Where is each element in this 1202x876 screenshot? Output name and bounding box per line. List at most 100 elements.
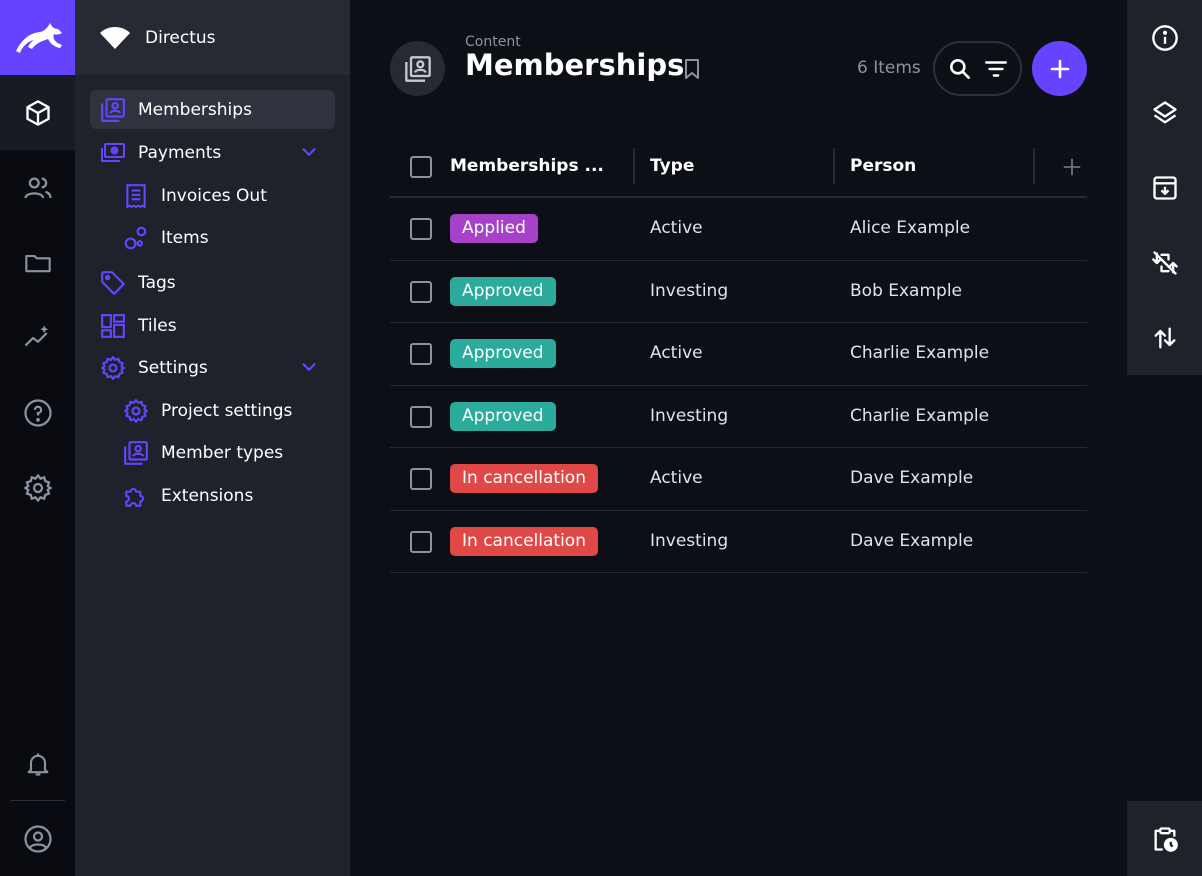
module-settings[interactable] — [0, 450, 75, 525]
settings-icon — [100, 355, 126, 381]
module-users[interactable] — [0, 150, 75, 225]
module-insights[interactable] — [0, 300, 75, 375]
sidebar-revisions-button[interactable] — [1127, 801, 1202, 876]
chevron-down-icon[interactable] — [298, 356, 320, 378]
bookmark-button[interactable] — [680, 57, 704, 81]
collection-icon-button[interactable] — [390, 41, 445, 96]
select-all-checkbox[interactable] — [410, 156, 432, 178]
search-icon[interactable] — [947, 56, 973, 82]
content-cube-icon — [25, 99, 50, 126]
status-badge: Approved — [450, 401, 556, 431]
project-header[interactable]: Directus — [75, 0, 350, 75]
module-content[interactable] — [0, 75, 75, 150]
notifications-bell-icon — [27, 753, 48, 776]
nav-item-label: Invoices Out — [161, 185, 267, 206]
cell-type: Active — [650, 218, 703, 238]
status-badge: Applied — [450, 214, 538, 243]
nav-item-member-types[interactable]: Member types — [123, 433, 323, 472]
table-row[interactable]: Applied Active Alice Example — [390, 198, 1087, 261]
row-checkbox[interactable] — [410, 530, 432, 553]
table-row[interactable]: Approved Active Charlie Example — [390, 323, 1087, 386]
table-row[interactable]: Approved Investing Charlie Example — [390, 386, 1087, 448]
column-header-memberships[interactable]: Memberships ... — [450, 156, 604, 176]
column-resize-handle[interactable] — [1033, 148, 1035, 184]
directus-logo[interactable] — [0, 0, 75, 75]
cell-type: Investing — [650, 530, 729, 551]
memberships-icon — [100, 97, 126, 123]
help-icon — [23, 398, 52, 427]
plus-icon — [1050, 59, 1069, 78]
filter-icon[interactable] — [983, 56, 1009, 82]
cell-person: Alice Example — [850, 218, 971, 238]
add-column-button[interactable] — [1062, 157, 1082, 177]
nav-item-label: Extensions — [161, 485, 254, 506]
module-help[interactable] — [0, 375, 75, 450]
nav-item-label: Items — [161, 227, 209, 248]
status-badge: In cancellation — [450, 526, 598, 556]
tiles-icon — [100, 313, 126, 339]
sidebar-sync-button[interactable] — [1127, 225, 1202, 300]
nav-item-extensions[interactable]: Extensions — [123, 476, 323, 515]
invoice-icon — [123, 183, 149, 209]
column-header-type[interactable]: Type — [650, 156, 694, 176]
table-header-row: Memberships ... Type Person — [390, 136, 1087, 198]
row-checkbox[interactable] — [410, 405, 432, 428]
user-account-icon — [23, 824, 52, 853]
cell-type: Investing — [650, 280, 729, 301]
table-row[interactable]: In cancellation Investing Dave Example — [390, 511, 1087, 573]
rabbit-logo-icon — [15, 22, 62, 53]
info-icon — [1151, 24, 1178, 51]
page-title: Memberships — [465, 48, 685, 82]
column-resize-handle[interactable] — [633, 148, 635, 184]
column-header-person[interactable]: Person — [850, 156, 916, 176]
table-row[interactable]: Approved Investing Bob Example — [390, 261, 1087, 323]
cell-person: Dave Example — [850, 468, 974, 488]
items-bubbles-icon — [123, 225, 149, 251]
nav-item-label: Tiles — [138, 315, 177, 336]
sync-off-icon — [1151, 250, 1178, 275]
items-table: Memberships ... Type Person Applied Acti… — [390, 136, 1087, 573]
nav-item-invoices-out[interactable]: Invoices Out — [123, 176, 323, 215]
nav-item-memberships[interactable]: Memberships — [90, 90, 335, 129]
nav-item-tiles[interactable]: Tiles — [100, 306, 320, 345]
nav-item-label: Memberships — [138, 99, 252, 120]
notifications-button[interactable] — [0, 726, 75, 801]
nav-item-label: Settings — [138, 357, 208, 378]
status-badge: Approved — [450, 276, 556, 306]
sidebar-import-export-button[interactable] — [1127, 300, 1202, 375]
insights-icon — [24, 325, 48, 346]
row-checkbox[interactable] — [410, 280, 432, 303]
create-item-button[interactable] — [1032, 41, 1087, 96]
member-types-icon — [123, 440, 149, 466]
sidebar-archive-button[interactable] — [1127, 150, 1202, 225]
column-resize-handle[interactable] — [833, 148, 835, 184]
nav-item-project-settings[interactable]: Project settings — [123, 391, 323, 430]
users-icon — [23, 177, 52, 198]
module-bar — [0, 0, 75, 876]
user-account-button[interactable] — [0, 801, 75, 876]
payments-icon — [100, 140, 126, 166]
row-checkbox[interactable] — [410, 343, 432, 365]
nav-item-payments[interactable]: Payments — [100, 133, 320, 172]
revisions-clipboard-icon — [1154, 826, 1178, 852]
sidebar-info-button[interactable] — [1127, 0, 1202, 75]
nav-item-items[interactable]: Items — [123, 218, 323, 257]
status-badge: In cancellation — [450, 464, 598, 493]
sidebar-layout-button[interactable] — [1127, 75, 1202, 150]
nav-item-tags[interactable]: Tags — [100, 263, 320, 302]
project-settings-icon — [123, 398, 149, 424]
layout-layers-icon — [1152, 100, 1177, 124]
cell-type: Active — [650, 468, 703, 488]
cell-person: Charlie Example — [850, 343, 990, 363]
search-filter-toolbar[interactable] — [933, 41, 1022, 96]
tag-icon — [100, 270, 126, 296]
nav-item-settings[interactable]: Settings — [100, 348, 320, 387]
row-checkbox[interactable] — [410, 218, 432, 240]
row-checkbox[interactable] — [410, 468, 432, 490]
cell-type: Investing — [650, 405, 729, 426]
table-row[interactable]: In cancellation Active Dave Example — [390, 448, 1087, 511]
project-logo-icon — [100, 26, 130, 49]
module-files[interactable] — [0, 225, 75, 300]
chevron-down-icon[interactable] — [298, 141, 320, 163]
nav-item-label: Payments — [138, 142, 222, 163]
